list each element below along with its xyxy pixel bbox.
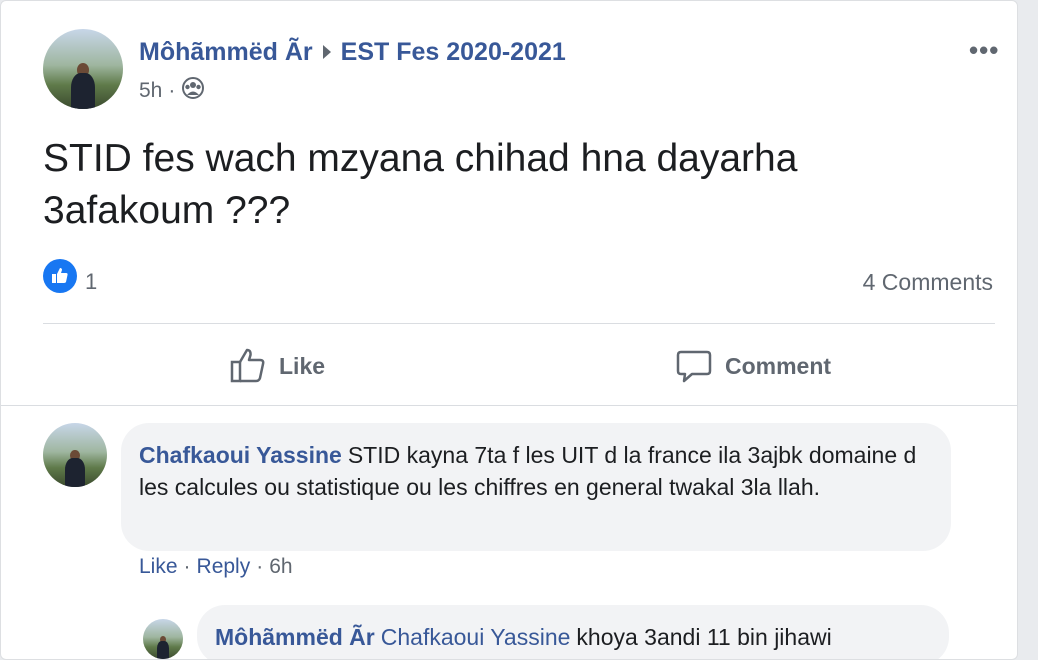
- divider: [43, 323, 995, 324]
- comment-like-link[interactable]: Like: [139, 555, 178, 579]
- comment-timestamp[interactable]: 6h: [269, 555, 292, 579]
- reply-author-avatar[interactable]: [143, 619, 183, 659]
- author-name-link[interactable]: Môhãmmëd Ãr: [139, 38, 313, 67]
- post-card: Môhãmmëd Ãr EST Fes 2020-2021 5h · ••• S…: [0, 0, 1018, 660]
- comment-button-label: Comment: [725, 352, 832, 379]
- post-meta: 5h ·: [139, 77, 205, 105]
- reply-mention-link[interactable]: Chafkaoui Yassine: [381, 624, 571, 650]
- comment-reply-link[interactable]: Reply: [197, 555, 251, 579]
- divider: [1, 405, 1017, 406]
- comment-icon: [676, 350, 712, 383]
- like-button[interactable]: Like: [229, 341, 325, 391]
- comment-actions: Like · Reply · 6h: [139, 555, 293, 579]
- like-count[interactable]: 1: [85, 269, 97, 295]
- arrow-right-icon: [322, 45, 331, 59]
- post-header: Môhãmmëd Ãr EST Fes 2020-2021: [139, 37, 566, 67]
- author-avatar[interactable]: [43, 29, 123, 109]
- thumbs-up-icon: [230, 348, 265, 383]
- comment-author-link[interactable]: Chafkaoui Yassine: [139, 442, 342, 468]
- reply-text: khoya 3andi 11 bin jihawi: [576, 624, 832, 650]
- meta-separator: ·: [168, 79, 176, 102]
- like-button-label: Like: [279, 352, 326, 379]
- comment-bubble: Chafkaoui Yassine STID kayna 7ta f les UI…: [121, 423, 951, 551]
- comment-button[interactable]: Comment: [675, 341, 831, 391]
- group-audience-icon[interactable]: [181, 77, 205, 105]
- reply-bubble: Môhãmmëd Ãr Chafkaoui Yassine khoya 3andi …: [197, 605, 949, 659]
- comments-count-link[interactable]: 4 Comments: [863, 269, 993, 296]
- more-options-icon[interactable]: •••: [969, 35, 999, 66]
- like-reaction-icon[interactable]: [43, 259, 77, 293]
- group-name-link[interactable]: EST Fes 2020-2021: [341, 38, 566, 67]
- commenter-avatar[interactable]: [43, 423, 107, 487]
- comment-separator: ·: [256, 555, 264, 578]
- comment-separator: ·: [183, 555, 191, 578]
- post-body-text: STID fes wach mzyana chihad hna dayarha …: [43, 137, 798, 232]
- reply-author-link[interactable]: Môhãmmëd Ãr: [215, 624, 375, 650]
- post-timestamp[interactable]: 5h: [139, 79, 162, 103]
